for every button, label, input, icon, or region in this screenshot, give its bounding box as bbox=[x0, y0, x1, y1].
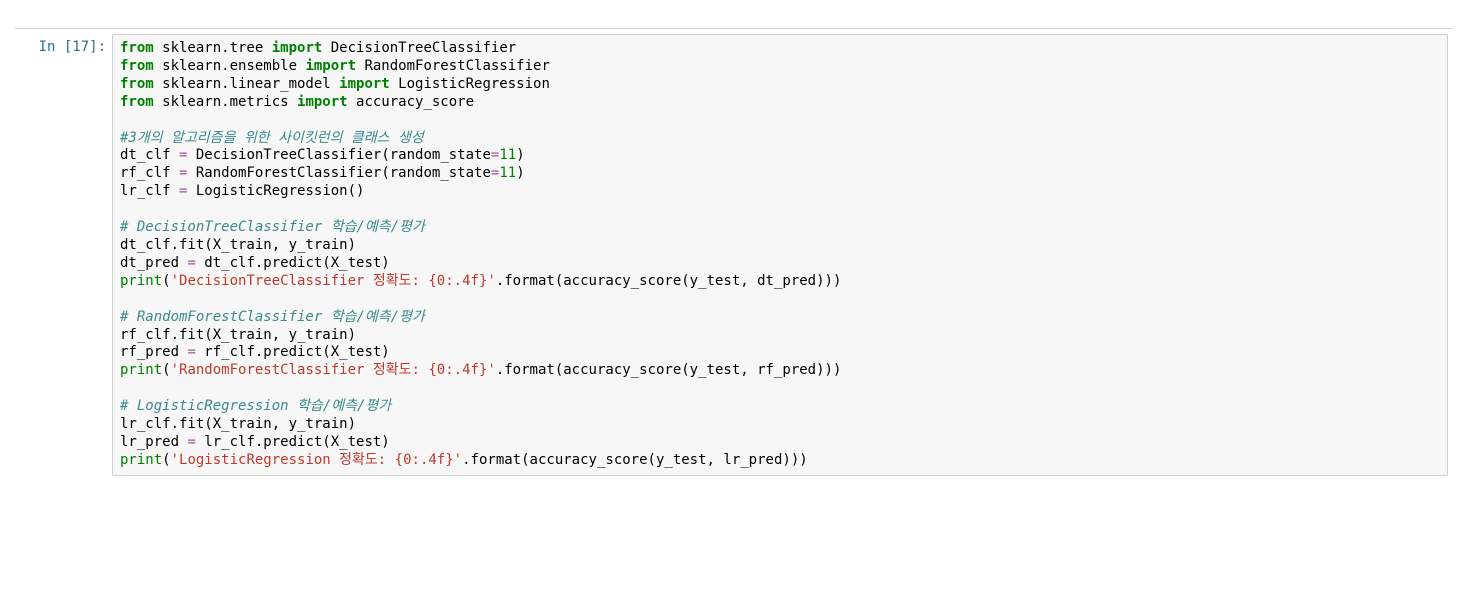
code-text: rf_clf bbox=[120, 165, 179, 181]
code-text: .format(accuracy_score(y_test, lr_pred))… bbox=[462, 452, 808, 468]
comment: # DecisionTreeClassifier 학습/예측/평가 bbox=[120, 219, 425, 235]
code-text: LogisticRegression() bbox=[187, 183, 364, 199]
code-text: ( bbox=[162, 273, 170, 289]
code-text: RandomForestClassifier(random_state bbox=[187, 165, 490, 181]
code-text: lr_clf bbox=[120, 183, 179, 199]
comment: # LogisticRegression 학습/예측/평가 bbox=[120, 398, 391, 414]
keyword-import: import bbox=[339, 76, 390, 92]
code-text: dt_pred bbox=[120, 255, 187, 271]
builtin-print: print bbox=[120, 452, 162, 468]
code-text: rf_clf.predict(X_test) bbox=[196, 344, 390, 360]
code-text: rf_pred bbox=[120, 344, 187, 360]
class-name: RandomForestClassifier bbox=[356, 58, 550, 74]
number-literal: 11 bbox=[499, 165, 516, 181]
module-name: sklearn.tree bbox=[154, 40, 272, 56]
code-text: lr_clf.predict(X_test) bbox=[196, 434, 390, 450]
code-text: ) bbox=[516, 165, 524, 181]
operator-equals: = bbox=[187, 344, 195, 360]
keyword-from: from bbox=[120, 94, 154, 110]
code-text: ( bbox=[162, 452, 170, 468]
code-text: lr_clf.fit(X_train, y_train) bbox=[120, 416, 356, 432]
code-text: dt_clf.predict(X_test) bbox=[196, 255, 390, 271]
string-literal: 'LogisticRegression 정확도: {0:.4f}' bbox=[171, 452, 463, 468]
module-name: sklearn.linear_model bbox=[154, 76, 339, 92]
builtin-print: print bbox=[120, 273, 162, 289]
module-name: sklearn.ensemble bbox=[154, 58, 306, 74]
keyword-import: import bbox=[297, 94, 348, 110]
keyword-from: from bbox=[120, 76, 154, 92]
builtin-print: print bbox=[120, 362, 162, 378]
keyword-import: import bbox=[305, 58, 356, 74]
code-text: ) bbox=[516, 147, 524, 163]
code-input-area[interactable]: from sklearn.tree import DecisionTreeCla… bbox=[112, 34, 1448, 476]
code-editor[interactable]: from sklearn.tree import DecisionTreeCla… bbox=[120, 40, 1440, 470]
func-name: accuracy_score bbox=[348, 94, 474, 110]
keyword-import: import bbox=[272, 40, 323, 56]
code-text: lr_pred bbox=[120, 434, 187, 450]
number-literal: 11 bbox=[499, 147, 516, 163]
keyword-from: from bbox=[120, 58, 154, 74]
code-text: ( bbox=[162, 362, 170, 378]
class-name: LogisticRegression bbox=[390, 76, 550, 92]
comment: # RandomForestClassifier 학습/예측/평가 bbox=[120, 309, 425, 325]
code-text: DecisionTreeClassifier(random_state bbox=[187, 147, 490, 163]
string-literal: 'DecisionTreeClassifier 정확도: {0:.4f}' bbox=[171, 273, 496, 289]
code-text: .format(accuracy_score(y_test, dt_pred))… bbox=[496, 273, 842, 289]
input-prompt: In [17]: bbox=[20, 34, 106, 476]
comment: #3개의 알고리즘을 위한 사이킷런의 클래스 생성 bbox=[120, 130, 424, 146]
code-cell: In [17]: from sklearn.tree import Decisi… bbox=[15, 28, 1453, 481]
code-text: rf_clf.fit(X_train, y_train) bbox=[120, 327, 356, 343]
class-name: DecisionTreeClassifier bbox=[322, 40, 516, 56]
code-text: .format(accuracy_score(y_test, rf_pred))… bbox=[496, 362, 842, 378]
keyword-from: from bbox=[120, 40, 154, 56]
code-text: dt_clf.fit(X_train, y_train) bbox=[120, 237, 356, 253]
module-name: sklearn.metrics bbox=[154, 94, 297, 110]
operator-equals: = bbox=[187, 434, 195, 450]
string-literal: 'RandomForestClassifier 정확도: {0:.4f}' bbox=[171, 362, 496, 378]
operator-equals: = bbox=[187, 255, 195, 271]
code-text: dt_clf bbox=[120, 147, 179, 163]
